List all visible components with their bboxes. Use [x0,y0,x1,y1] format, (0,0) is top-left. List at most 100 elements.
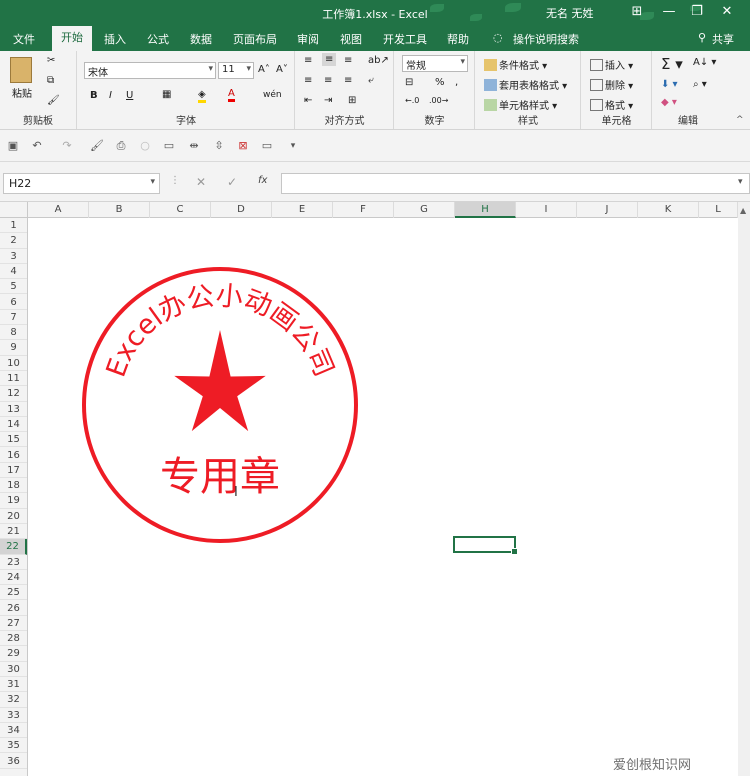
row-header-selected[interactable]: 22 [0,539,27,555]
delete-comment-icon[interactable]: ⊠ [236,139,250,153]
row-header[interactable]: 31 [0,677,27,693]
number-format-select[interactable]: 常规 [402,55,468,72]
tab-formulas[interactable]: 公式 [147,31,169,47]
tab-view[interactable]: 视图 [340,31,362,47]
minimize-button[interactable]: — [658,2,680,22]
decrease-decimal-icon[interactable]: .00→ [429,96,448,105]
row-header[interactable]: 23 [0,555,27,570]
orientation-icon[interactable]: ab↗ [368,55,389,66]
row-header[interactable]: 27 [0,616,27,632]
row-header[interactable]: 8 [0,325,27,341]
formula-input[interactable] [281,173,750,194]
collapse-ribbon-icon[interactable]: ^ [736,115,744,125]
bold-button[interactable]: B [90,90,98,101]
percent-icon[interactable]: % [435,77,445,88]
font-name-select[interactable]: 宋体 [84,62,216,79]
tell-me-search[interactable]: 操作说明搜索 [513,31,579,47]
expand-formula-icon[interactable]: ▾ [738,177,743,187]
scroll-up-icon[interactable]: ▲ [740,206,746,215]
col-header[interactable]: D [211,202,272,218]
redo-icon[interactable]: ↷ [60,139,74,153]
save-icon[interactable]: ▣ [6,139,20,153]
comma-icon[interactable]: , [455,77,458,88]
fill-icon[interactable]: ⬇ ▾ [661,79,678,90]
font-size-select[interactable]: 11 [218,62,254,79]
row-header[interactable]: 33 [0,708,27,723]
fill-color-icon[interactable]: ◈ [198,89,206,103]
tab-review[interactable]: 审阅 [297,31,319,47]
underline-button[interactable]: U [126,90,133,101]
next-comment-icon[interactable]: ▭ [260,139,274,153]
wrap-text-icon[interactable]: ⤶ [368,75,374,86]
row-header[interactable]: 13 [0,402,27,417]
row-header[interactable]: 4 [0,264,27,280]
row-header[interactable]: 3 [0,249,27,264]
right-align-icon[interactable]: ≡ [344,75,352,86]
conditional-format-button[interactable]: 条件格式 ▾ [484,57,547,72]
row-header[interactable]: 2 [0,233,27,249]
tab-home[interactable]: 开始 [52,26,92,51]
share-button[interactable]: 共享 [712,31,734,47]
row-header[interactable]: 32 [0,692,27,708]
clear-icon[interactable]: ◆ ▾ [661,97,677,108]
copy-icon[interactable]: ⧉ [47,75,54,86]
name-box[interactable]: H22 [3,173,160,194]
col-header[interactable]: K [638,202,699,218]
paste-icon[interactable] [10,57,32,83]
ribbon-options-button[interactable]: ⊞ [626,2,648,22]
tab-help[interactable]: 帮助 [447,31,469,47]
bottom-align-icon[interactable]: ≡ [344,55,352,66]
middle-align-icon[interactable]: ≡ [322,53,337,66]
delete-cells-button[interactable]: 删除 ▾ [590,77,633,92]
row-header[interactable]: 26 [0,601,27,616]
row-header[interactable]: 11 [0,371,27,387]
row-header[interactable]: 28 [0,631,27,647]
row-header[interactable]: 29 [0,646,27,662]
enter-icon[interactable]: ✓ [227,175,237,189]
user-name[interactable]: 无名 无姓 [546,5,594,21]
close-button[interactable]: ✕ [716,2,738,22]
row-header[interactable]: 35 [0,738,27,754]
insert-cells-button[interactable]: 插入 ▾ [590,57,633,72]
row-header[interactable]: 36 [0,754,27,769]
row-header[interactable]: 10 [0,356,27,371]
col-header[interactable]: I [516,202,577,218]
sort-filter-icon[interactable]: A↓ ▾ [693,57,716,68]
comment-icon[interactable]: ▭ [162,139,176,153]
circle-icon[interactable]: ○ [138,139,152,153]
phonetic-button[interactable]: wén [263,90,282,100]
increase-decimal-icon[interactable]: ←.0 [405,96,419,105]
row-header[interactable]: 19 [0,493,27,509]
format-as-table-button[interactable]: 套用表格格式 ▾ [484,77,567,92]
undo-icon[interactable]: ↶ [30,139,44,153]
grow-font-button[interactable]: A˄ [258,64,270,75]
row-header[interactable]: 25 [0,585,27,601]
col-header[interactable]: E [272,202,333,218]
row-header[interactable]: 7 [0,310,27,326]
row-header[interactable]: 9 [0,340,27,356]
row-header[interactable]: 17 [0,463,27,479]
row-header[interactable]: 5 [0,279,27,295]
col-header[interactable]: J [577,202,638,218]
font-color-icon[interactable]: A [228,88,235,102]
row-header[interactable]: 24 [0,570,27,586]
format-painter-icon[interactable]: 🖌 [47,95,60,106]
decrease-indent-icon[interactable]: ⇤ [304,95,312,106]
tab-page-layout[interactable]: 页面布局 [233,31,277,47]
selected-cell[interactable] [453,536,518,555]
vertical-scrollbar[interactable]: ▲ [738,202,750,776]
merge-center-icon[interactable]: ⊞ [348,95,356,106]
col-header[interactable]: C [150,202,211,218]
row-header[interactable]: 16 [0,448,27,463]
autosum-icon[interactable]: Σ ▾ [661,55,683,73]
row-header[interactable]: 12 [0,386,27,402]
cancel-icon[interactable]: ✕ [196,175,206,189]
paste-button[interactable]: 粘贴 [12,85,32,100]
cell-styles-button[interactable]: 单元格样式 ▾ [484,97,557,112]
increase-indent-icon[interactable]: ⇥ [324,95,332,106]
shrink-font-button[interactable]: A˅ [276,64,288,75]
col-header[interactable]: G [394,202,455,218]
row-header[interactable]: 15 [0,432,27,448]
tab-insert[interactable]: 插入 [104,31,126,47]
select-all-corner[interactable] [0,202,28,218]
